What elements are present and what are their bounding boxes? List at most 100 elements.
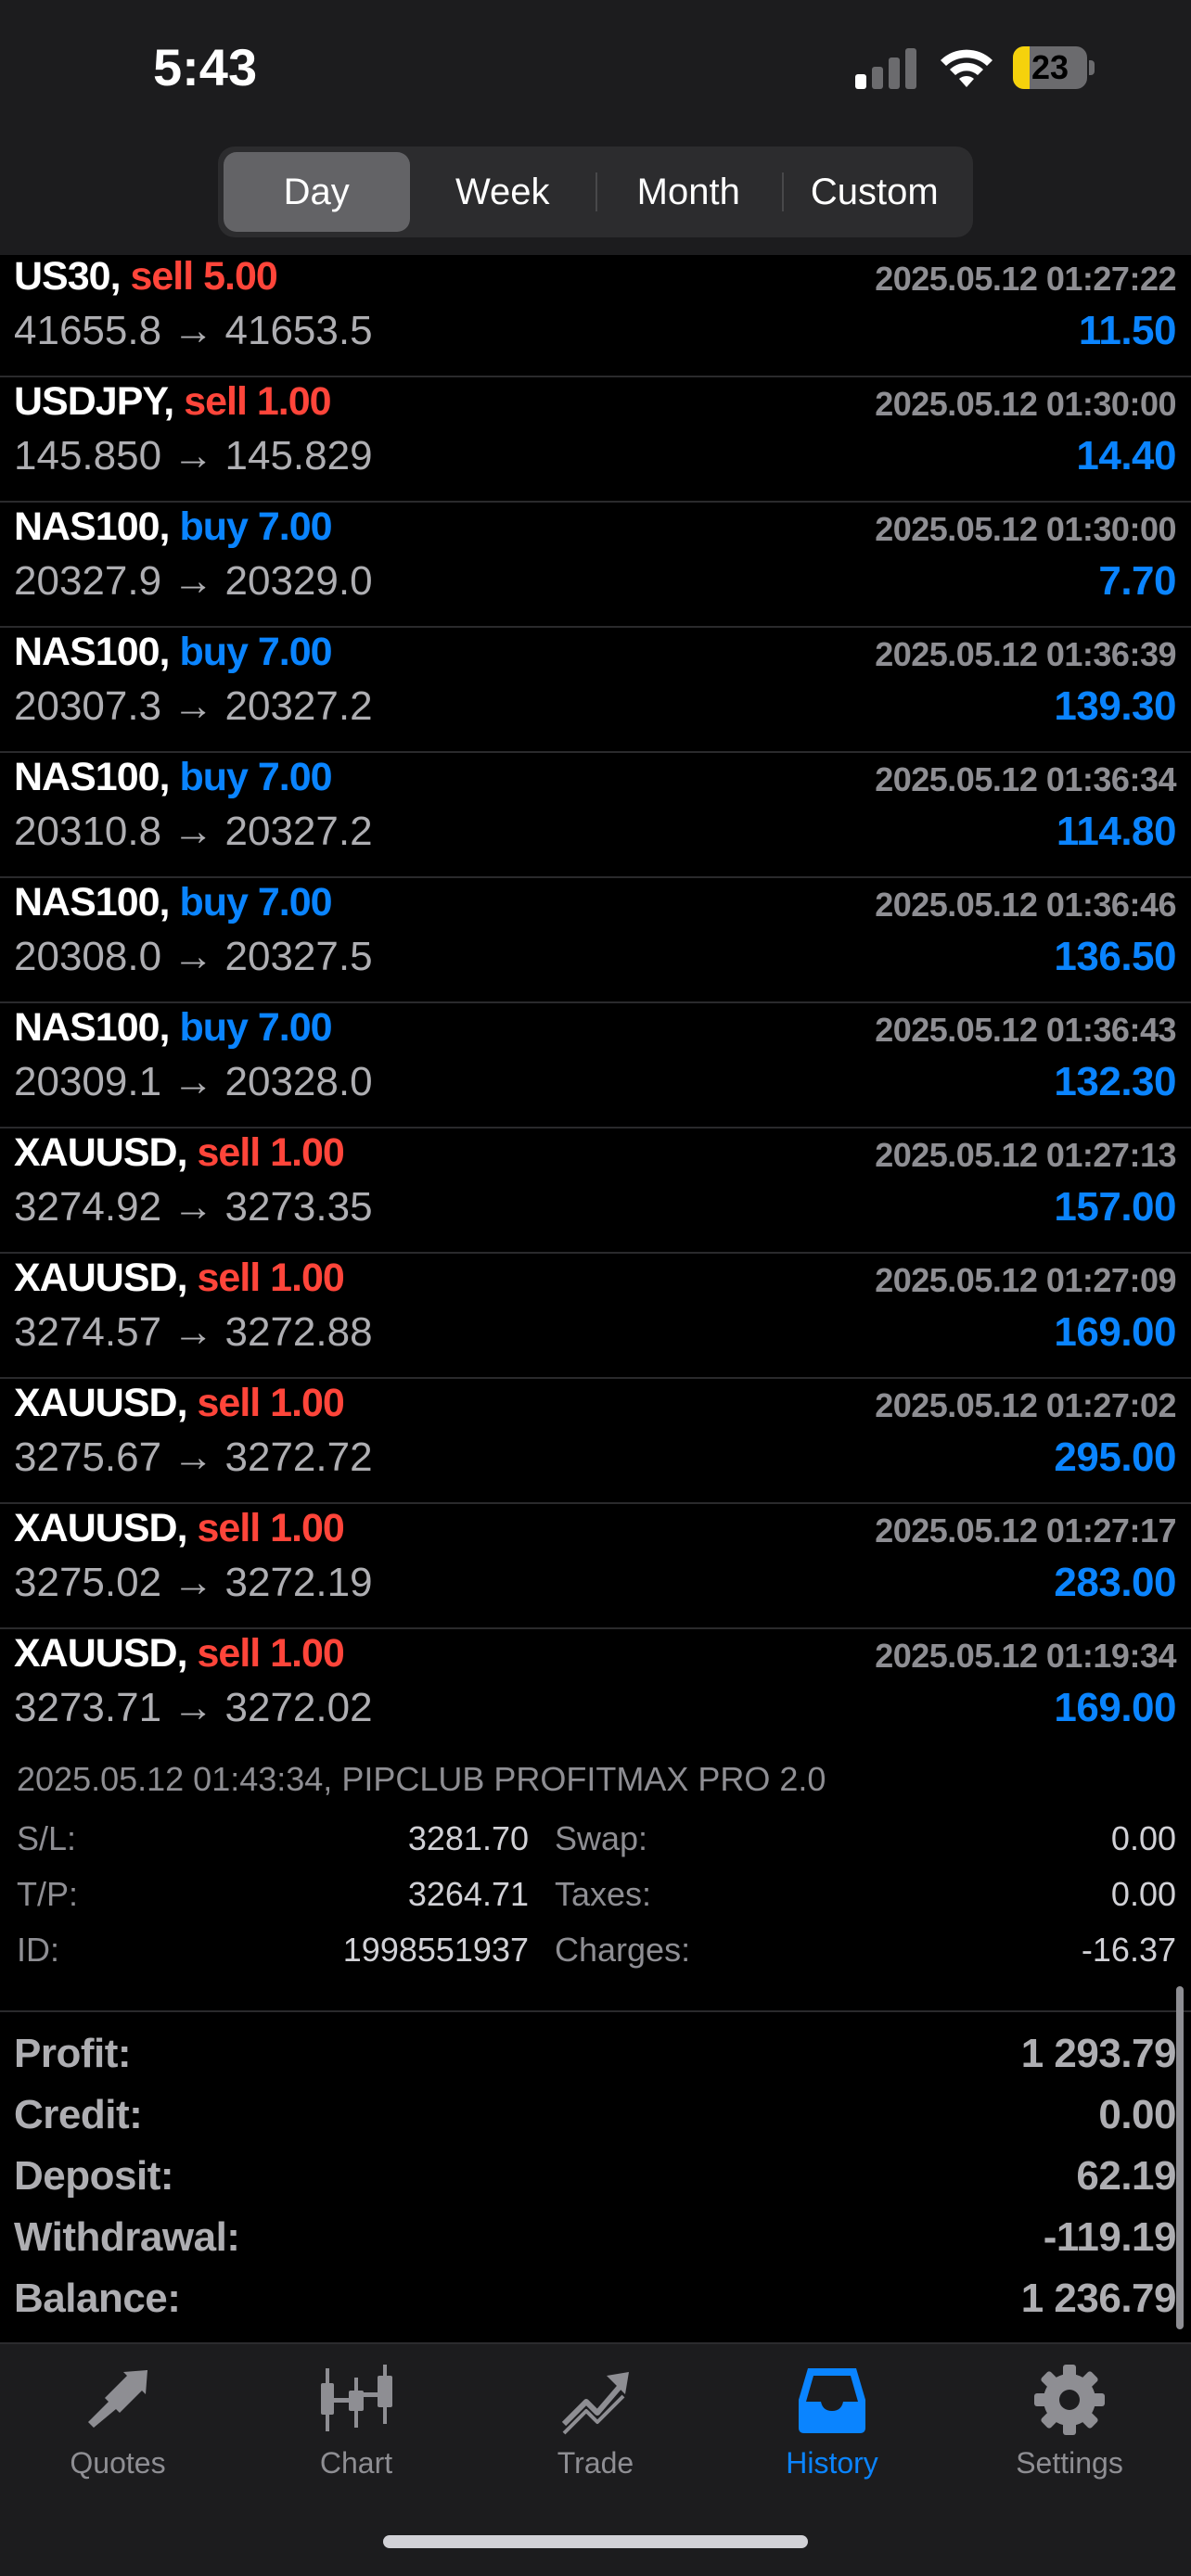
deal-row[interactable]: XAUUSD, sell 1.00 2025.05.12 01:27:09 3274… xyxy=(0,1254,1191,1379)
tab-label: Settings xyxy=(1016,2446,1123,2480)
tab-chart[interactable]: Chart xyxy=(263,2363,449,2502)
summary-deposit: Deposit: 62.19 xyxy=(0,2153,1191,2214)
deal-prices: 20309.1 → 20328.0 xyxy=(14,1059,373,1104)
deal-prices: 145.850 → 145.829 xyxy=(14,433,373,478)
details-row-id: ID: 1998551937 Charges: -16.37 xyxy=(0,1931,1191,1983)
tab-trade[interactable]: Trade xyxy=(503,2363,688,2502)
trade-trend-icon xyxy=(561,2372,629,2435)
deal-symbol: NAS100, xyxy=(14,880,170,925)
tab-month[interactable]: Month xyxy=(596,152,782,232)
deal-side-volume: sell 1.00 xyxy=(197,1130,344,1175)
deal-profit: 169.00 xyxy=(1054,1309,1176,1355)
deal-row[interactable]: XAUUSD, sell 1.00 2025.05.12 01:27:13 3274… xyxy=(0,1129,1191,1254)
deal-symbol: XAUUSD, xyxy=(14,1506,188,1550)
taxes-value: 0.00 xyxy=(1110,1875,1176,1913)
scrollbar[interactable] xyxy=(1176,1986,1184,2329)
tab-label: Chart xyxy=(319,2446,393,2480)
deal-symbol: USDJPY, xyxy=(14,379,174,424)
deal-side-volume: buy 7.00 xyxy=(179,1005,332,1050)
deal-profit: 132.30 xyxy=(1054,1059,1176,1104)
swap-value: 0.00 xyxy=(1110,1819,1176,1857)
deal-time: 2025.05.12 01:36:39 xyxy=(875,635,1176,673)
tab-custom[interactable]: Custom xyxy=(781,152,968,232)
battery-icon: 23 xyxy=(1013,46,1095,89)
home-indicator[interactable] xyxy=(383,2535,808,2548)
deal-symbol: XAUUSD, xyxy=(14,1130,188,1175)
deal-time: 2025.05.12 01:36:43 xyxy=(875,1011,1176,1049)
tab-label: Trade xyxy=(557,2446,634,2480)
deal-prices: 41655.8 → 41653.5 xyxy=(14,308,373,353)
deal-time: 2025.05.12 01:27:17 xyxy=(875,1511,1176,1549)
deal-time: 2025.05.12 01:30:00 xyxy=(875,510,1176,548)
id-value: 1998551937 xyxy=(342,1931,529,1969)
summary-label: Balance: xyxy=(14,2276,181,2321)
deal-symbol: NAS100, xyxy=(14,1005,170,1050)
deal-row[interactable]: NAS100, buy 7.00 2025.05.12 01:36:34 20310… xyxy=(0,753,1191,878)
summary-value: 1 293.79 xyxy=(1020,2031,1177,2076)
deal-details: 2025.05.12 01:43:34, PIPCLUB PROFITMAX P… xyxy=(0,1753,1191,2012)
deal-prices: 3274.57 → 3272.88 xyxy=(14,1309,373,1355)
account-summary: Profit: 1 293.79 Credit: 0.00 Deposit: 62.1… xyxy=(0,2031,1191,2337)
deal-profit: 7.70 xyxy=(1098,558,1176,604)
deal-time: 2025.05.12 01:19:34 xyxy=(875,1637,1176,1675)
quotes-icon xyxy=(88,2370,147,2428)
summary-profit: Profit: 1 293.79 xyxy=(0,2031,1191,2092)
tab-label: History xyxy=(786,2446,878,2480)
deal-prices: 20307.3 → 20327.2 xyxy=(14,683,373,729)
summary-label: Profit: xyxy=(14,2031,132,2076)
deal-time: 2025.05.12 01:27:02 xyxy=(875,1386,1176,1424)
deal-time: 2025.05.12 01:36:46 xyxy=(875,886,1176,924)
deal-side-volume: sell 1.00 xyxy=(197,1256,344,1300)
deal-time: 2025.05.12 01:27:13 xyxy=(875,1136,1176,1174)
deal-row[interactable]: NAS100, buy 7.00 2025.05.12 01:36:43 20309… xyxy=(0,1003,1191,1129)
deal-row[interactable]: XAUUSD, sell 1.00 2025.05.12 01:27:02 3275… xyxy=(0,1379,1191,1504)
taxes-label: Taxes: xyxy=(555,1875,652,1913)
period-segmented-control: Day Week Month Custom xyxy=(218,147,973,237)
tab-week[interactable]: Week xyxy=(410,152,596,232)
tp-value: 3264.71 xyxy=(407,1875,529,1913)
summary-label: Withdrawal: xyxy=(14,2214,240,2260)
deal-side-volume: buy 7.00 xyxy=(179,504,332,549)
gear-icon xyxy=(1034,2365,1105,2435)
status-time: 5:43 xyxy=(153,38,258,96)
summary-value: 0.00 xyxy=(1098,2092,1176,2137)
summary-label: Credit: xyxy=(14,2092,143,2137)
deal-prices: 3275.67 → 3272.72 xyxy=(14,1435,373,1480)
summary-credit: Credit: 0.00 xyxy=(0,2092,1191,2153)
tab-quotes[interactable]: Quotes xyxy=(25,2363,211,2502)
summary-withdrawal: Withdrawal: -119.19 xyxy=(0,2214,1191,2276)
deal-profit: 139.30 xyxy=(1054,683,1176,729)
deal-symbol: XAUUSD, xyxy=(14,1631,188,1676)
deal-profit: 295.00 xyxy=(1054,1435,1176,1480)
deal-side-volume: sell 1.00 xyxy=(184,379,331,424)
tab-settings[interactable]: Settings xyxy=(977,2363,1162,2502)
deal-row[interactable]: US30, sell 5.00 2025.05.12 01:27:22 41655.… xyxy=(0,252,1191,377)
id-label: ID: xyxy=(17,1931,60,1969)
deal-row-expanded[interactable]: XAUUSD, sell 1.00 2025.05.12 01:19:34 3273… xyxy=(0,1629,1191,1754)
deal-prices: 20308.0 → 20327.5 xyxy=(14,934,373,979)
deal-symbol: US30, xyxy=(14,254,122,299)
deal-side-volume: buy 7.00 xyxy=(179,630,332,674)
deal-row[interactable]: NAS100, buy 7.00 2025.05.12 01:30:00 20327… xyxy=(0,503,1191,628)
deal-time: 2025.05.12 01:30:00 xyxy=(875,385,1176,423)
deal-side-volume: sell 1.00 xyxy=(197,1631,344,1676)
deal-profit: 283.00 xyxy=(1054,1560,1176,1605)
deal-row[interactable]: NAS100, buy 7.00 2025.05.12 01:36:46 20308… xyxy=(0,878,1191,1003)
deal-row[interactable]: NAS100, buy 7.00 2025.05.12 01:36:39 20307… xyxy=(0,628,1191,753)
deal-profit: 14.40 xyxy=(1076,433,1176,478)
tab-day[interactable]: Day xyxy=(224,152,410,232)
deal-side-volume: sell 5.00 xyxy=(130,254,277,299)
swap-label: Swap: xyxy=(555,1819,648,1857)
cellular-signal-icon xyxy=(855,46,918,89)
deal-row[interactable]: XAUUSD, sell 1.00 2025.05.12 01:27:17 3275… xyxy=(0,1504,1191,1629)
charges-value: -16.37 xyxy=(1081,1931,1176,1969)
charges-label: Charges: xyxy=(555,1931,691,1969)
deal-profit: 136.50 xyxy=(1054,934,1176,979)
deal-time: 2025.05.12 01:36:34 xyxy=(875,760,1176,798)
deal-row[interactable]: USDJPY, sell 1.00 2025.05.12 01:30:00 145.… xyxy=(0,377,1191,503)
details-row-tp: T/P: 3264.71 Taxes: 0.00 xyxy=(0,1875,1191,1927)
deal-prices: 3273.71 → 3272.02 xyxy=(14,1685,373,1730)
deal-time: 2025.05.12 01:27:09 xyxy=(875,1261,1176,1299)
tab-history[interactable]: History xyxy=(739,2363,925,2502)
deal-side-volume: sell 1.00 xyxy=(197,1381,344,1425)
